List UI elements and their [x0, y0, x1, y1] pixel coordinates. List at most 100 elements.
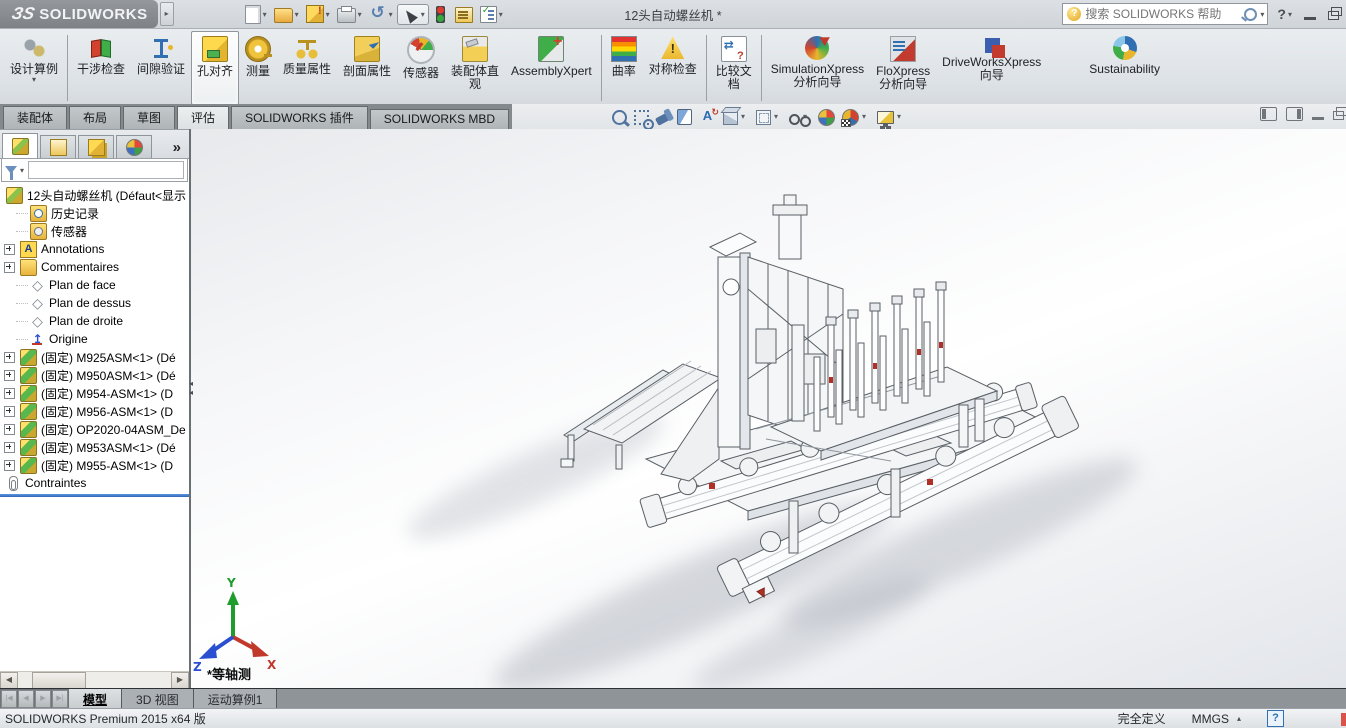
tree-item-component-m925asm[interactable]: (固定) M925ASM<1> (Dé [0, 348, 189, 366]
tree-item-root[interactable]: 12头自动螺丝机 (Défaut<显示 [0, 186, 189, 204]
help-button[interactable] [1274, 4, 1295, 24]
expand-icon[interactable] [4, 460, 15, 471]
graphics-viewport[interactable]: Y X Z *等轴测 [191, 129, 1346, 689]
save-button[interactable] [303, 3, 333, 25]
search-icon[interactable] [1244, 8, 1257, 21]
selection-filter-button[interactable] [430, 4, 451, 25]
ribbon-sustainability[interactable]: Sustainability [1083, 31, 1166, 105]
ribbon-compare-documents[interactable]: 比较文 档 [710, 31, 758, 105]
ribbon-hole-alignment[interactable]: 孔对齐 [191, 31, 239, 105]
ribbon-symmetry-check[interactable]: 对称检查 [643, 31, 703, 105]
previous-tab-icon[interactable]: ◀ [18, 690, 34, 708]
collapse-right-pane-icon[interactable] [1286, 107, 1303, 121]
tree-item-history[interactable]: 历史记录 [0, 204, 189, 222]
tab-solidworks-mbd[interactable]: SOLIDWORKS MBD [370, 109, 509, 129]
ribbon-assembly-visualization[interactable]: 装配体直观 [445, 31, 505, 105]
expand-icon[interactable] [4, 352, 15, 363]
panel-horizontal-scrollbar[interactable]: ◀ ▶ [0, 671, 189, 688]
doc-minimize-icon[interactable] [1312, 117, 1324, 120]
next-tab-icon[interactable]: ▶ [35, 690, 51, 708]
restore-button[interactable] [1325, 6, 1342, 22]
ribbon-floxpress[interactable]: FloXpress 分析向导 [870, 31, 936, 105]
section-view-icon[interactable] [677, 109, 692, 125]
tab-layout[interactable]: 布局 [69, 106, 121, 129]
minimize-button[interactable] [1301, 6, 1319, 22]
tab-configurationmanager[interactable] [78, 135, 114, 158]
tab-motion-study-1[interactable]: 运动算例1 [194, 689, 278, 709]
tab-solidworks-addins[interactable]: SOLIDWORKS 插件 [231, 106, 368, 129]
expand-icon[interactable] [4, 262, 15, 273]
ribbon-sensors[interactable]: 传感器 [397, 31, 445, 105]
quick-tips-icon[interactable]: ? [1267, 710, 1284, 727]
rotate-view-icon[interactable] [699, 108, 716, 125]
tab-propertymanager[interactable] [40, 135, 76, 158]
dropdown-arrow-icon[interactable] [741, 112, 749, 121]
edit-appearance-icon[interactable] [818, 109, 835, 126]
ribbon-simulationxpress[interactable]: SimulationXpress 分析向导 [765, 31, 870, 105]
tab-displaymanager[interactable] [116, 135, 152, 158]
collapse-left-pane-icon[interactable] [1260, 107, 1277, 121]
first-tab-icon[interactable]: |◀ [1, 690, 17, 708]
hide-show-items-icon[interactable] [789, 114, 800, 125]
tree-splitter[interactable] [0, 494, 189, 497]
zoom-to-fit-icon[interactable] [612, 110, 627, 125]
expand-icon[interactable] [4, 370, 15, 381]
ribbon-interference-detection[interactable]: 干涉检查 [71, 31, 131, 105]
tab-featuremanager-tree[interactable] [2, 133, 38, 158]
tree-item-plan-de-dessus[interactable]: Plan de dessus [0, 294, 189, 312]
dropdown-arrow-icon[interactable] [862, 112, 870, 121]
filter-funnel-icon[interactable] [5, 166, 17, 174]
tree-item-component-m953asm[interactable]: (固定) M953ASM<1> (Dé [0, 438, 189, 456]
tree-item-contraintes[interactable]: Contraintes [0, 474, 189, 492]
model-3d[interactable]: Y X Z [191, 129, 1346, 689]
ribbon-curvature[interactable]: 曲率 [605, 31, 643, 105]
expand-icon[interactable] [4, 406, 15, 417]
tab-3d-views[interactable]: 3D 视图 [122, 689, 194, 709]
apply-scene-icon[interactable] [842, 109, 859, 126]
solidworks-logo[interactable]: ЗS SOLIDWORKS [0, 0, 158, 28]
zoom-to-area-icon[interactable] [634, 110, 649, 125]
tree-item-plan-de-droite[interactable]: Plan de droite [0, 312, 189, 330]
ribbon-measure[interactable]: 测量 [239, 31, 277, 105]
menu-expand-arrow-icon[interactable]: ▸ [160, 2, 174, 26]
tree-item-origine[interactable]: Origine [0, 330, 189, 348]
ribbon-clearance-verification[interactable]: 间隙验证 [131, 31, 191, 105]
expand-icon[interactable] [4, 424, 15, 435]
dropdown-arrow-icon[interactable] [774, 112, 782, 121]
tree-item-component-m954asm[interactable]: (固定) M954-ASM<1> (D [0, 384, 189, 402]
tree-item-plan-de-face[interactable]: Plan de face [0, 276, 189, 294]
view-settings-icon[interactable] [877, 111, 894, 124]
filter-dropdown-arrow-icon[interactable] [20, 166, 24, 175]
tree-item-component-op2020[interactable]: (固定) OP2020-04ASM_De [0, 420, 189, 438]
tab-sketch[interactable]: 草图 [123, 106, 175, 129]
open-button[interactable] [271, 3, 302, 25]
search-dropdown-arrow-icon[interactable] [1260, 10, 1264, 19]
expand-icon[interactable] [4, 442, 15, 453]
undo-button[interactable] [366, 3, 396, 25]
tree-item-commentaires[interactable]: Commentaires [0, 258, 189, 276]
filter-input[interactable] [28, 161, 184, 179]
previous-view-icon[interactable] [655, 112, 671, 126]
tab-assembly[interactable]: 装配体 [3, 106, 67, 129]
tree-item-component-m950asm[interactable]: (固定) M950ASM<1> (Dé [0, 366, 189, 384]
display-style-icon[interactable] [756, 110, 771, 125]
select-button[interactable] [397, 4, 429, 25]
ribbon-section-properties[interactable]: 剖面属性 [337, 31, 397, 105]
view-orientation-icon[interactable] [723, 110, 738, 125]
units-dropdown-icon[interactable] [1237, 714, 1241, 723]
tab-evaluate[interactable]: 评估 [177, 106, 229, 129]
new-document-button[interactable] [242, 3, 270, 26]
tree-flyout-arrows-icon[interactable]: ◂◂ [189, 379, 196, 397]
tab-model[interactable]: 模型 [69, 689, 122, 709]
doc-restore-icon[interactable] [1333, 111, 1344, 120]
ribbon-design-study[interactable]: 设计算例 ▾ [4, 31, 64, 105]
tree-item-annotations[interactable]: Annotations [0, 240, 189, 258]
last-tab-icon[interactable]: ▶| [52, 690, 68, 708]
file-properties-button[interactable] [452, 3, 476, 25]
tree-item-component-m955asm[interactable]: (固定) M955-ASM<1> (D [0, 456, 189, 474]
print-button[interactable] [334, 3, 365, 25]
search-input[interactable] [1081, 7, 1244, 21]
options-button[interactable] [477, 3, 506, 25]
tree-item-component-m956asm[interactable]: (固定) M956-ASM<1> (D [0, 402, 189, 420]
units-label[interactable]: MMGS [1192, 712, 1229, 726]
